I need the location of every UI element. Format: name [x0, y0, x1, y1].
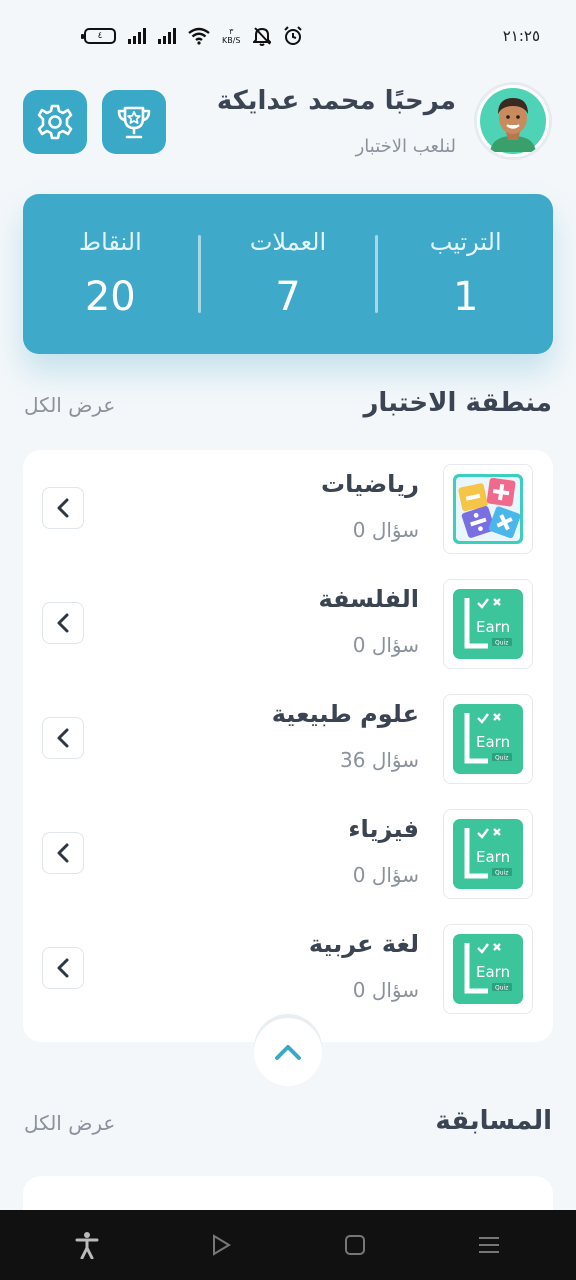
list-item-title: رياضيات — [321, 470, 419, 498]
collapse-button[interactable] — [254, 1018, 322, 1086]
system-nav-bar — [0, 1210, 576, 1280]
settings-button[interactable] — [23, 90, 87, 154]
status-bar: ٤ ٣ KB/S ٢١:٢٥ — [0, 0, 576, 72]
chevron-left-icon — [57, 958, 69, 978]
bell-off-icon — [252, 27, 271, 46]
svg-text:Quiz: Quiz — [495, 985, 508, 992]
list-item-title: الفلسفة — [318, 585, 419, 613]
stat-coins: العملات 7 — [201, 228, 376, 320]
stat-points: النقاط 20 — [23, 228, 198, 320]
svg-text:Earn: Earn — [476, 733, 510, 751]
quiz-section-title: منطقة الاختبار — [363, 388, 552, 418]
chevron-left-icon — [57, 498, 69, 518]
list-item[interactable]: Earn Quiz فيزياء 0 سؤال — [23, 795, 553, 910]
learn-quiz-icon: Earn Quiz — [443, 924, 533, 1014]
quiz-view-all-link[interactable]: عرض الكل — [24, 393, 115, 417]
chevron-left-icon — [57, 843, 69, 863]
chevron-left-icon — [57, 613, 69, 633]
svg-text:Quiz: Quiz — [495, 870, 508, 877]
learn-quiz-icon: Earn Quiz — [443, 579, 533, 669]
list-item-count: 0 سؤال — [352, 863, 419, 887]
competition-view-all-link[interactable]: عرض الكل — [24, 1111, 115, 1135]
battery-icon: ٤ — [81, 28, 116, 44]
clock: ٢١:٢٥ — [502, 27, 540, 45]
list-item[interactable]: Earn Quiz لغة عربية 0 سؤال — [23, 910, 553, 1025]
network-speed: ٣ KB/S — [222, 27, 241, 45]
stat-coins-label: العملات — [249, 228, 327, 256]
accessibility-button[interactable] — [67, 1225, 107, 1265]
list-item[interactable]: Earn Quiz الفلسفة 0 سؤال — [23, 565, 553, 680]
list-item-title: فيزياء — [348, 815, 419, 843]
avatar[interactable] — [474, 82, 552, 160]
quiz-list: رياضيات 0 سؤال Earn Quiz الفلسفة 0 سؤال — [23, 450, 553, 1042]
list-item-title: لغة عربية — [308, 930, 419, 958]
gear-icon — [37, 104, 73, 140]
svg-text:Quiz: Quiz — [495, 640, 508, 647]
alarm-icon — [283, 26, 302, 45]
open-button[interactable] — [42, 487, 84, 529]
greeting-text: مرحبًا محمد عدايكة — [216, 86, 456, 116]
chevron-left-icon — [57, 728, 69, 748]
chevron-up-icon — [275, 1045, 301, 1060]
stat-rank: الترتيب 1 — [378, 228, 553, 320]
accessibility-icon — [75, 1232, 99, 1259]
list-item-count: 36 سؤال — [340, 748, 419, 772]
back-button[interactable] — [201, 1225, 241, 1265]
greeting-subtitle: لنلعب الاختبار — [355, 136, 456, 157]
stat-coins-value: 7 — [275, 274, 301, 320]
user-avatar-icon — [480, 88, 546, 154]
math-icon — [443, 464, 533, 554]
svg-text:Quiz: Quiz — [495, 755, 508, 762]
stat-rank-label: الترتيب — [429, 228, 502, 256]
svg-text:Earn: Earn — [476, 848, 510, 866]
list-item[interactable]: رياضيات 0 سؤال — [23, 450, 553, 565]
stat-points-value: 20 — [84, 274, 136, 320]
open-button[interactable] — [42, 717, 84, 759]
trophy-icon — [117, 106, 151, 139]
status-icons: ٤ ٣ KB/S — [81, 24, 303, 48]
stat-points-label: النقاط — [78, 228, 142, 256]
list-item-count: 0 سؤال — [352, 633, 419, 657]
stats-card: الترتيب 1 العملات 7 النقاط 20 — [23, 194, 553, 354]
header: مرحبًا محمد عدايكة لنلعب الاختبار — [0, 80, 576, 170]
trophy-button[interactable] — [102, 90, 166, 154]
play-icon — [213, 1234, 231, 1256]
competition-section-title: المسابقة — [435, 1106, 552, 1136]
home-button[interactable] — [335, 1225, 375, 1265]
open-button[interactable] — [42, 947, 84, 989]
open-button[interactable] — [42, 602, 84, 644]
learn-quiz-icon: Earn Quiz — [443, 694, 533, 784]
svg-text:Earn: Earn — [476, 618, 510, 636]
list-item-count: 0 سؤال — [352, 518, 419, 542]
menu-icon — [479, 1237, 499, 1253]
svg-text:Earn: Earn — [476, 963, 510, 981]
wifi-icon — [188, 27, 210, 45]
square-icon — [345, 1235, 365, 1255]
stat-rank-value: 1 — [452, 274, 479, 320]
list-item-count: 0 سؤال — [352, 978, 419, 1002]
list-item[interactable]: Earn Quiz علوم طبيعية 36 سؤال — [23, 680, 553, 795]
signal-icon-2 — [158, 28, 176, 44]
learn-quiz-icon: Earn Quiz — [443, 809, 533, 899]
menu-button[interactable] — [469, 1225, 509, 1265]
signal-icon — [128, 28, 146, 44]
battery-level: ٤ — [97, 31, 103, 41]
open-button[interactable] — [42, 832, 84, 874]
list-item-title: علوم طبيعية — [271, 700, 419, 728]
